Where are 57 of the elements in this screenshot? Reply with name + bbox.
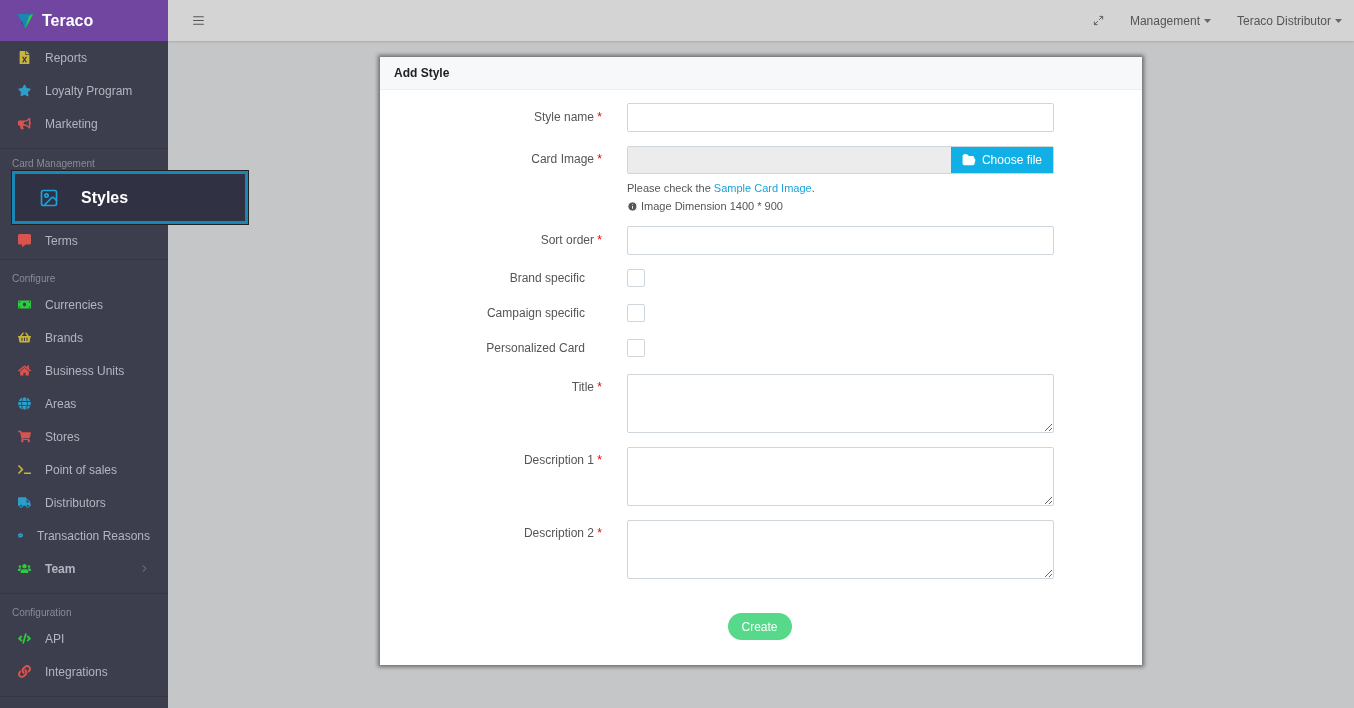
sidebar-item[interactable]: Distributors	[0, 486, 168, 519]
sidebar-item[interactable]: Point of sales	[0, 453, 168, 486]
field-label: Sort order *	[540, 232, 602, 247]
expand-icon[interactable]	[1092, 15, 1104, 26]
text-area[interactable]	[627, 374, 1054, 433]
sidebar-item[interactable]: Team	[0, 552, 168, 585]
checkbox[interactable]	[627, 269, 645, 287]
sidebar-item[interactable]: Brands	[0, 321, 168, 354]
checkbox[interactable]	[627, 339, 645, 357]
field-label: Brand specific	[509, 270, 585, 285]
highlighted-menu-item[interactable]: Styles	[12, 171, 248, 224]
image-icon	[39, 187, 59, 208]
required-mark: *	[597, 233, 602, 247]
required-mark: *	[597, 110, 602, 124]
sidebar-item[interactable]: Integrations	[0, 655, 168, 688]
sidebar-item[interactable]: Terms	[0, 224, 168, 257]
section-label: Card Management	[11, 157, 96, 171]
field-label: Personalized Card	[486, 340, 585, 355]
sidebar-item[interactable]: Transaction Reasons	[0, 519, 168, 552]
field-label: Card Image *	[531, 151, 602, 166]
caret-icon	[1335, 18, 1342, 23]
field-label: Campaign specific	[486, 305, 585, 320]
sidebar-item[interactable]: Marketing	[0, 107, 168, 140]
sample-link[interactable]: Sample Card Image	[713, 182, 812, 194]
brand-name: Teraco	[42, 11, 94, 30]
field-label: Description 1 *	[523, 452, 602, 467]
sidebar-item[interactable]: Loyalty Program	[0, 74, 168, 107]
text-area[interactable]	[627, 447, 1054, 506]
required-mark: *	[597, 380, 602, 394]
section-label: Configuration	[11, 606, 73, 620]
field-label: Title *	[571, 379, 602, 394]
note-text: Image Dimension 1400 * 900	[641, 200, 783, 212]
dropdown-menu[interactable]: Management	[1129, 13, 1211, 28]
hint-text: Please check the Sample Card Image.	[627, 182, 816, 194]
sidebar-item[interactable]: Currencies	[0, 288, 168, 321]
dropdown-menu[interactable]: Teraco Distributor	[1236, 13, 1342, 28]
sidebar-item[interactable]: API	[0, 622, 168, 655]
field-label: Description 2 *	[523, 525, 602, 540]
sidebar-item[interactable]: Reports	[0, 41, 168, 74]
folder-icon	[961, 153, 976, 167]
sidebar-item[interactable]: Areas	[0, 387, 168, 420]
caret-icon	[1203, 18, 1211, 23]
menu-icon[interactable]	[192, 14, 205, 27]
sidebar-item[interactable]: Business Units	[0, 354, 168, 387]
input-field[interactable]	[627, 103, 1054, 132]
checkbox[interactable]	[627, 304, 645, 322]
required-mark: *	[597, 526, 602, 540]
info-icon	[627, 200, 638, 212]
text-area[interactable]	[627, 520, 1054, 579]
field-label: Style name *	[533, 109, 602, 124]
card-title: Add Style	[394, 66, 450, 80]
required-mark: *	[597, 152, 602, 166]
input-field[interactable]	[627, 226, 1054, 255]
section-label: Configure	[11, 272, 57, 286]
required-mark: *	[597, 453, 602, 467]
sidebar-item[interactable]: Stores	[0, 420, 168, 453]
logo-icon	[16, 11, 34, 30]
